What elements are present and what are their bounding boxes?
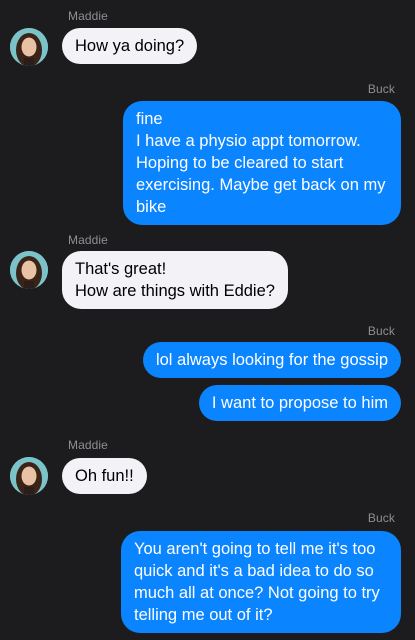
message-bubble-outgoing[interactable]: lol always looking for the gossip — [142, 342, 401, 378]
sender-name-buck: Buck — [367, 82, 395, 96]
message-bubble-outgoing[interactable]: fine I have a physio appt tomorrow. Hopi… — [123, 101, 401, 225]
contact-avatar-icon[interactable] — [10, 457, 48, 495]
sender-name-buck: Buck — [367, 324, 395, 338]
sender-name-maddie: Maddie — [68, 9, 108, 23]
contact-avatar-icon[interactable] — [10, 251, 48, 289]
message-bubble-incoming[interactable]: How ya doing? — [62, 28, 198, 64]
sender-name-buck: Buck — [367, 511, 395, 525]
message-bubble-outgoing[interactable]: You aren't going to tell me it's too qui… — [121, 531, 401, 633]
contact-avatar-icon[interactable] — [10, 28, 48, 66]
sender-name-maddie: Maddie — [68, 438, 108, 452]
message-thread: Maddie How ya doing? Buck fine I have a … — [0, 0, 415, 640]
message-bubble-outgoing[interactable]: I want to propose to him — [198, 385, 401, 421]
message-bubble-incoming[interactable]: Oh fun!! — [62, 458, 147, 494]
sender-name-maddie: Maddie — [68, 233, 108, 247]
message-bubble-incoming[interactable]: That's great! How are things with Eddie? — [62, 251, 288, 309]
